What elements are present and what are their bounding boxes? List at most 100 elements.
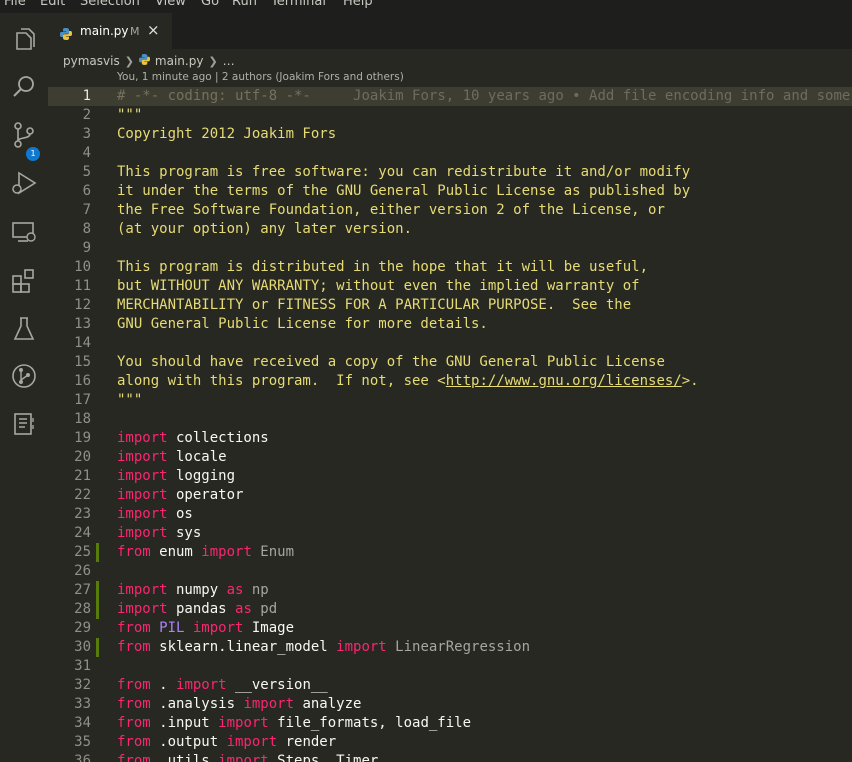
explorer-icon[interactable] (8, 25, 40, 57)
code-line[interactable]: 14 (48, 334, 852, 353)
breadcrumb: pymasvis ❯ main.py ❯ … (63, 52, 235, 70)
code-text: from enum import Enum (117, 543, 294, 562)
code-line[interactable]: 16 along with this program. If not, see <… (48, 372, 852, 391)
code-line[interactable]: 34 from .input import file_formats, load_… (48, 714, 852, 733)
code-text: from sklearn.linear_model import LinearR… (117, 638, 530, 657)
code-line[interactable]: 2 """ (48, 106, 852, 125)
git-graph-icon[interactable] (8, 360, 40, 392)
code-line[interactable]: 11 but WITHOUT ANY WARRANTY; without even… (48, 277, 852, 296)
code-token: >. (681, 373, 699, 389)
code-token: from (117, 544, 151, 560)
code-token: import (226, 734, 278, 750)
chevron-right-icon: ❯ (124, 54, 134, 68)
code-link[interactable]: http://www.gnu.org/licenses/ (446, 373, 682, 389)
extensions-icon[interactable] (8, 265, 40, 297)
notebook-icon[interactable] (8, 408, 40, 440)
code-line[interactable]: 4 (48, 144, 852, 163)
code-token: import (117, 506, 168, 522)
code-text: # -*- coding: utf-8 -*- Joakim Fors, 10 … (117, 87, 850, 106)
tab-main-py[interactable]: main.py M × (48, 13, 172, 49)
menu-help[interactable]: Help (343, 0, 373, 9)
testing-icon[interactable] (8, 313, 40, 345)
code-token: import (117, 449, 168, 465)
menu-run[interactable]: Run (232, 0, 257, 9)
code-token: from (117, 734, 151, 750)
code-line[interactable]: 33 from .analysis import analyze (48, 695, 852, 714)
code-line[interactable]: 28 import pandas as pd (48, 600, 852, 619)
code-line[interactable]: 18 (48, 410, 852, 429)
code-line[interactable]: 29 from PIL import Image (48, 619, 852, 638)
run-debug-icon[interactable] (8, 167, 40, 199)
code-line[interactable]: 6 it under the terms of the GNU General P… (48, 182, 852, 201)
menu-edit[interactable]: Edit (40, 0, 65, 9)
code-text: (at your option) any later version. (117, 220, 412, 239)
code-line[interactable]: 8 (at your option) any later version. (48, 220, 852, 239)
code-token: You should have received a copy of the G… (117, 354, 665, 370)
line-number: 5 (82, 164, 91, 180)
menu-terminal[interactable]: Terminal (271, 0, 326, 9)
code-token: from (117, 753, 151, 762)
code-line[interactable]: 35 from .output import render (48, 733, 852, 752)
code-line[interactable]: 21 import logging (48, 467, 852, 486)
code-line[interactable]: 26 (48, 562, 852, 581)
code-line[interactable]: 5 This program is free software: you can … (48, 163, 852, 182)
code-token: file_formats, load_file (268, 715, 472, 731)
code-line[interactable]: 1 # -*- coding: utf-8 -*- Joakim Fors, 10… (48, 87, 852, 106)
code-line[interactable]: 36 from .utils import Steps, Timer (48, 752, 852, 762)
git-change-marker[interactable] (96, 543, 99, 562)
menu-view[interactable]: View (155, 0, 186, 9)
code-editor[interactable]: 1 # -*- coding: utf-8 -*- Joakim Fors, 10… (48, 87, 852, 762)
code-token: (at your option) any later version. (117, 221, 413, 237)
code-line[interactable]: 20 import locale (48, 448, 852, 467)
menu-bar: File Edit Selection View Go Run Terminal Help (0, 0, 852, 13)
code-line[interactable]: 7 the Free Software Foundation, either ve… (48, 201, 852, 220)
code-line[interactable]: 13 GNU General Public License for more de… (48, 315, 852, 334)
line-number: 27 (74, 582, 91, 598)
code-line[interactable]: 25 from enum import Enum (48, 543, 852, 562)
line-number: 18 (74, 411, 91, 427)
search-icon[interactable] (8, 71, 40, 103)
code-line[interactable]: 31 (48, 657, 852, 676)
code-line[interactable]: 15 You should have received a copy of the… (48, 353, 852, 372)
remote-explorer-icon[interactable] (8, 216, 40, 248)
code-line[interactable]: 12 MERCHANTABILITY or FITNESS FOR A PARTI… (48, 296, 852, 315)
code-token: os (167, 506, 193, 522)
code-line[interactable]: 3 Copyright 2012 Joakim Fors (48, 125, 852, 144)
code-line[interactable]: 27 import numpy as np (48, 581, 852, 600)
code-line[interactable]: 30 from sklearn.linear_model import Linea… (48, 638, 852, 657)
menu-go[interactable]: Go (201, 0, 219, 9)
menu-selection[interactable]: Selection (80, 0, 140, 9)
code-line[interactable]: 22 import operator (48, 486, 852, 505)
line-number: 2 (82, 107, 91, 123)
code-line[interactable]: 23 import os (48, 505, 852, 524)
code-line[interactable]: 32 from . import __version__ (48, 676, 852, 695)
source-control-icon[interactable] (8, 119, 40, 151)
code-text: This program is free software: you can r… (117, 163, 690, 182)
breadcrumb-folder[interactable]: pymasvis (63, 54, 120, 68)
code-token: pandas (167, 601, 236, 617)
code-text: import os (117, 505, 193, 524)
git-change-marker[interactable] (96, 581, 99, 600)
activity-bar: 1 (0, 13, 48, 762)
git-change-marker[interactable] (96, 600, 99, 619)
close-icon[interactable]: × (147, 21, 160, 39)
code-line[interactable]: 10 This program is distributed in the hop… (48, 258, 852, 277)
line-number: 3 (82, 126, 91, 142)
breadcrumb-symbol[interactable]: … (223, 54, 235, 68)
code-line[interactable]: 9 (48, 239, 852, 258)
code-text: import pandas as pd (117, 600, 277, 619)
code-token: analyze (294, 696, 362, 712)
git-change-marker[interactable] (96, 638, 99, 657)
code-line[interactable]: 17 """ (48, 391, 852, 410)
line-number: 30 (74, 639, 91, 655)
line-number: 26 (74, 563, 91, 579)
code-token: import (117, 468, 168, 484)
menu-file[interactable]: File (4, 0, 26, 9)
code-token: import (176, 677, 227, 693)
code-token: from (117, 715, 151, 731)
code-token: collections (167, 430, 269, 446)
code-line[interactable]: 24 import sys (48, 524, 852, 543)
git-codelens[interactable]: You, 1 minute ago | 2 authors (Joakim Fo… (117, 71, 404, 83)
breadcrumb-file[interactable]: main.py (155, 54, 204, 68)
code-line[interactable]: 19 import collections (48, 429, 852, 448)
